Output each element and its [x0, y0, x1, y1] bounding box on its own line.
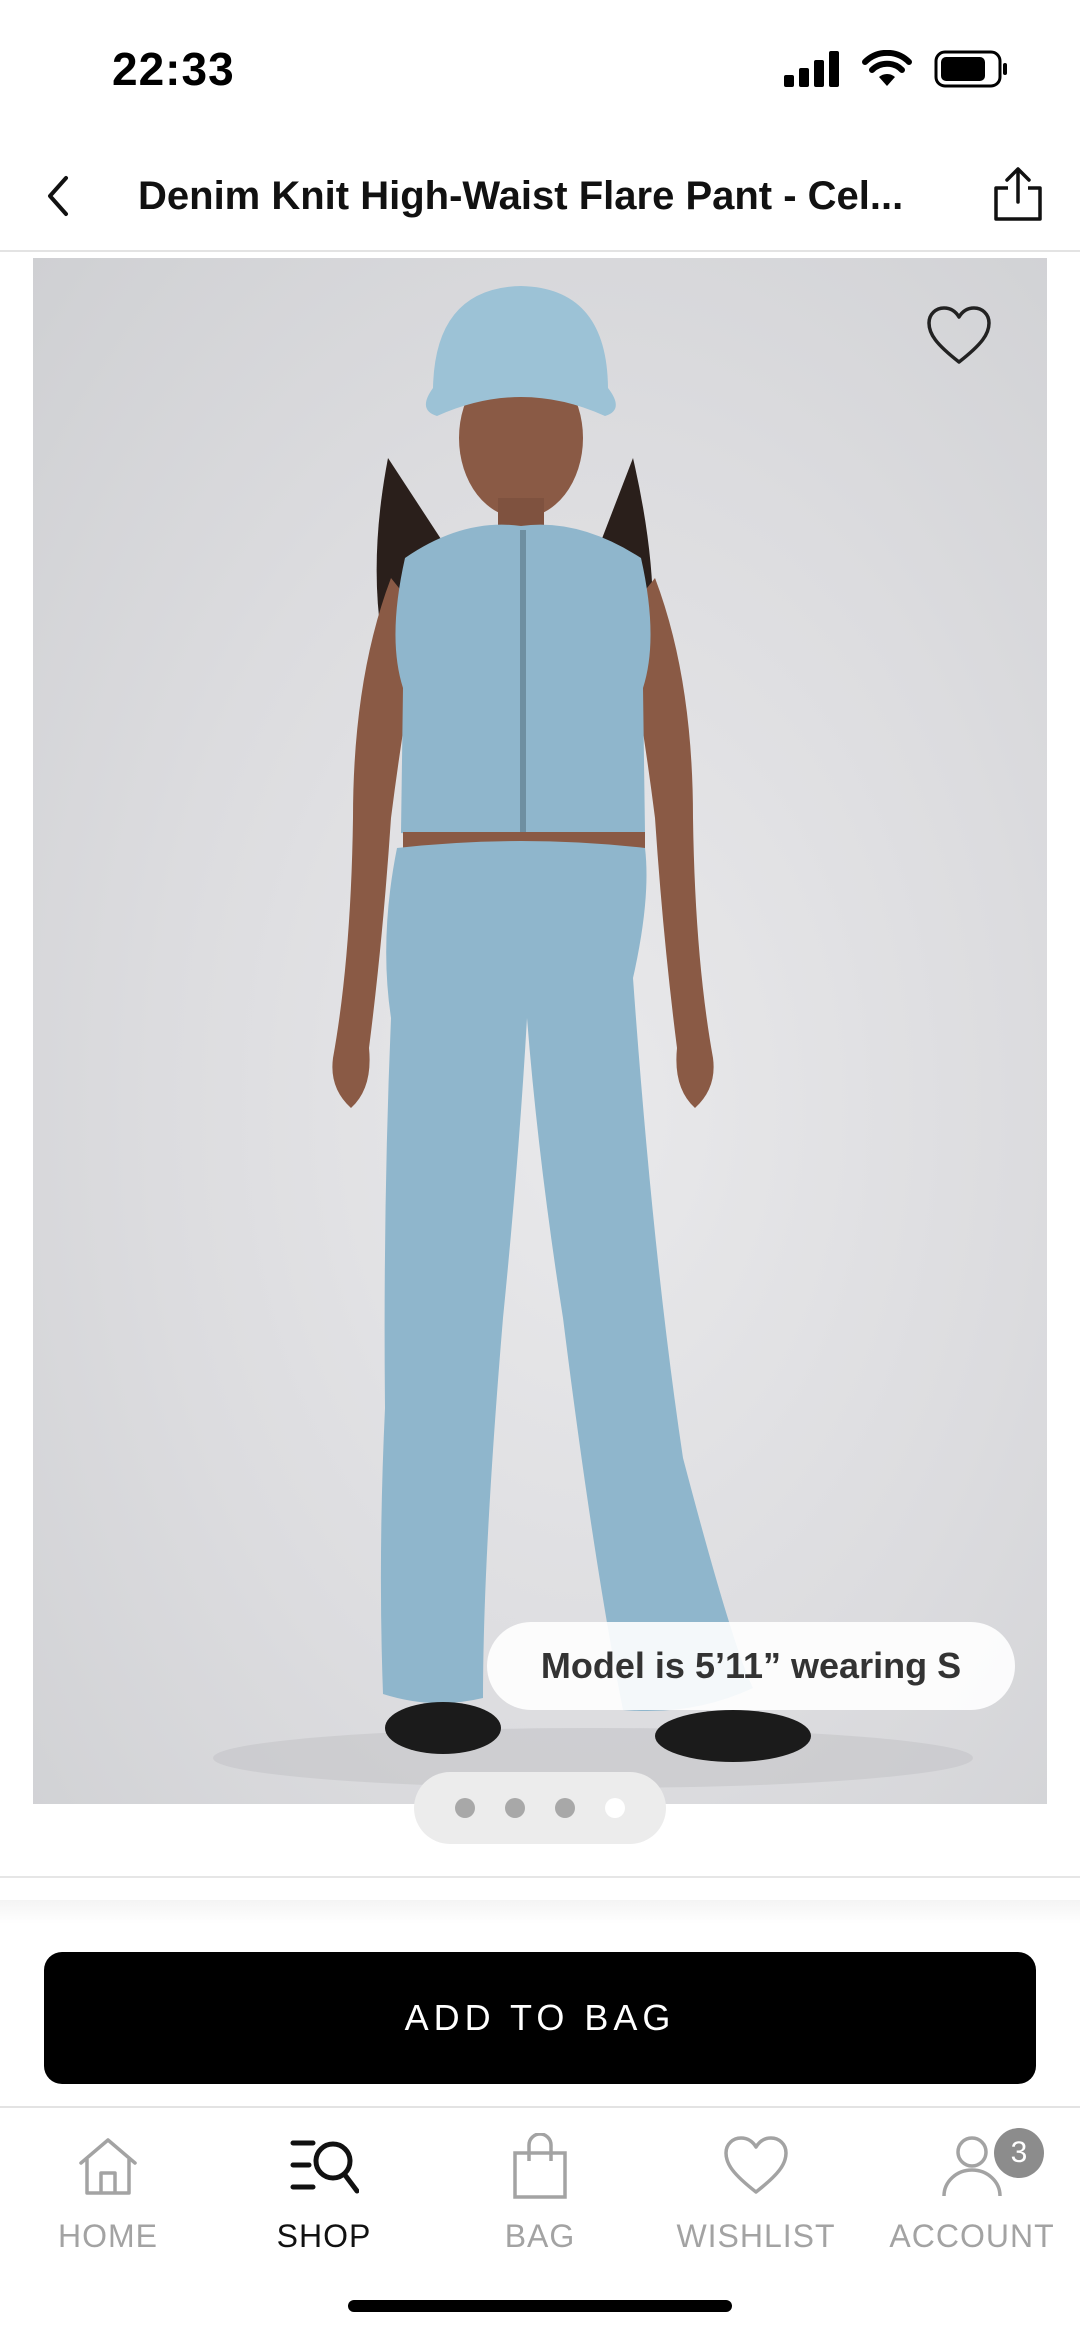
tab-label: HOME: [58, 2218, 158, 2254]
product-photo: [213, 286, 973, 1788]
heart-icon: [724, 2136, 788, 2194]
image-pagination[interactable]: [414, 1772, 666, 1844]
signal-icon: [784, 51, 839, 87]
chevron-left-icon: [48, 176, 68, 216]
tab-label: WISHLIST: [676, 2218, 836, 2254]
pagination-dot[interactable]: [455, 1798, 475, 1818]
tab-label: BAG: [504, 2218, 576, 2254]
status-bar: 22:33: [0, 0, 1080, 140]
tab-label: SHOP: [276, 2218, 372, 2254]
page-title: Denim Knit High-Waist Flare Pant - Cel..…: [138, 174, 904, 218]
bag-icon: [513, 2133, 567, 2199]
pagination-dot[interactable]: [505, 1798, 525, 1818]
notification-badge: 3: [994, 2128, 1044, 2178]
heart-icon: [927, 306, 991, 364]
home-indicator: [348, 2300, 732, 2312]
tab-home[interactable]: HOME: [0, 2126, 216, 2256]
battery-icon: [934, 50, 1007, 88]
wifi-icon: [862, 50, 912, 86]
account-icon: [942, 2136, 1002, 2197]
divider: [0, 1876, 1080, 1878]
share-icon: [994, 167, 1042, 221]
tab-account[interactable]: ACCOUNT 3: [864, 2126, 1080, 2256]
back-button[interactable]: [28, 166, 88, 226]
wishlist-toggle[interactable]: [919, 296, 999, 376]
tab-shop[interactable]: SHOP: [216, 2126, 432, 2256]
model-size-note: Model is 5’11” wearing S: [487, 1622, 1015, 1710]
status-time: 22:33: [112, 43, 235, 95]
divider-shade: [0, 1900, 1080, 1924]
pagination-dot-active[interactable]: [605, 1798, 625, 1818]
tab-label: ACCOUNT: [889, 2218, 1055, 2254]
add-to-bag-button[interactable]: ADD TO BAG: [44, 1952, 1036, 2084]
share-button[interactable]: [986, 162, 1050, 226]
shop-search-icon: [290, 2140, 359, 2194]
tab-wishlist[interactable]: WISHLIST: [648, 2126, 864, 2256]
home-icon: [79, 2138, 137, 2195]
status-icons: [784, 50, 1010, 88]
pagination-dot[interactable]: [555, 1798, 575, 1818]
product-image[interactable]: Model is 5’11” wearing S: [33, 258, 1047, 1804]
nav-header: Denim Knit High-Waist Flare Pant - Cel..…: [0, 140, 1080, 252]
tab-bag[interactable]: BAG: [432, 2126, 648, 2256]
